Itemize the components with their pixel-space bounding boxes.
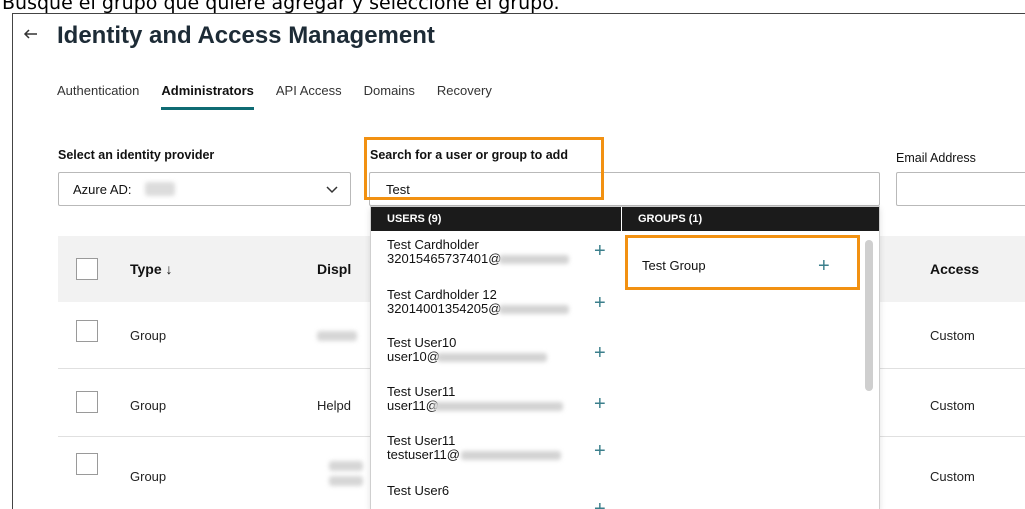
select-all-checkbox[interactable] bbox=[76, 258, 98, 280]
user-name: Test Cardholder bbox=[387, 237, 479, 252]
add-user-icon[interactable]: + bbox=[594, 343, 606, 363]
row-checkbox[interactable] bbox=[76, 320, 98, 342]
user-result-item[interactable]: Test User6 + bbox=[371, 479, 621, 509]
redacted-text bbox=[329, 461, 363, 471]
user-name: Test User10 bbox=[387, 335, 457, 350]
row-checkbox[interactable] bbox=[76, 453, 98, 475]
identity-provider-label: Select an identity provider bbox=[58, 148, 215, 162]
user-name: Test User6 bbox=[387, 483, 450, 498]
tab-authentication[interactable]: Authentication bbox=[57, 82, 139, 112]
redacted-text bbox=[145, 182, 175, 196]
caption-text: Busque el grupo que quiere agregar y sel… bbox=[2, 0, 560, 14]
dropdown-scrollbar[interactable] bbox=[865, 240, 873, 391]
page-title: Identity and Access Management bbox=[57, 22, 435, 49]
redacted-text bbox=[461, 451, 561, 460]
users-section-header: USERS (9) bbox=[371, 207, 621, 231]
redacted-text bbox=[499, 305, 569, 314]
search-results-dropdown: USERS (9) GROUPS (1) Test Cardholder 320… bbox=[370, 206, 880, 509]
user-email: 32015465737401@ bbox=[387, 251, 502, 266]
user-email: user10@ bbox=[387, 349, 440, 364]
column-header-type-label: Type bbox=[130, 261, 162, 277]
add-user-icon[interactable]: + bbox=[594, 499, 606, 509]
user-email: 32014001354205@ bbox=[387, 301, 502, 316]
user-result-item[interactable]: Test User11 testuser11@ + bbox=[371, 429, 621, 477]
user-name: Test Cardholder 12 bbox=[387, 287, 497, 302]
redacted-text bbox=[317, 331, 357, 341]
group-result-item[interactable]: Test Group + bbox=[622, 248, 862, 288]
redacted-text bbox=[437, 353, 547, 362]
add-group-icon[interactable]: + bbox=[818, 256, 830, 276]
chevron-down-icon bbox=[326, 182, 338, 197]
row-access: Custom bbox=[930, 328, 975, 343]
user-result-item[interactable]: Test Cardholder 32015465737401@ + bbox=[371, 233, 621, 281]
email-label: Email Address bbox=[896, 151, 976, 165]
row-access: Custom bbox=[930, 469, 975, 484]
add-user-icon[interactable]: + bbox=[594, 441, 606, 461]
search-input[interactable] bbox=[369, 172, 880, 206]
user-email: testuser11@ bbox=[387, 447, 460, 462]
back-arrow-icon[interactable] bbox=[23, 28, 41, 44]
row-access: Custom bbox=[930, 398, 975, 413]
email-field[interactable] bbox=[896, 172, 1025, 206]
row-type: Group bbox=[130, 328, 167, 343]
row-checkbox[interactable] bbox=[76, 391, 98, 413]
sort-down-icon: ↓ bbox=[165, 261, 173, 277]
user-name: Test User11 bbox=[387, 384, 456, 399]
row-display-name: Helpd bbox=[317, 398, 351, 413]
identity-provider-value: Azure AD: bbox=[73, 182, 132, 197]
row-type: Group bbox=[130, 398, 167, 413]
redacted-text bbox=[329, 476, 363, 486]
user-name: Test User11 bbox=[387, 433, 456, 448]
app-window: Identity and Access Management Authentic… bbox=[12, 13, 1025, 509]
group-name: Test Group bbox=[642, 258, 706, 273]
add-user-icon[interactable]: + bbox=[594, 394, 606, 414]
tab-administrators[interactable]: Administrators bbox=[161, 82, 255, 112]
column-header-type[interactable]: Type ↓ bbox=[130, 261, 173, 277]
tab-recovery[interactable]: Recovery bbox=[437, 82, 492, 112]
tab-bar: Authentication Administrators API Access… bbox=[57, 82, 514, 112]
user-result-item[interactable]: Test Cardholder 12 32014001354205@ + bbox=[371, 283, 621, 331]
user-result-item[interactable]: Test User11 user11@ + bbox=[371, 380, 621, 428]
redacted-text bbox=[433, 402, 563, 411]
row-type: Group bbox=[130, 469, 167, 484]
identity-provider-select[interactable]: Azure AD: bbox=[58, 172, 351, 206]
column-header-display[interactable]: Displ bbox=[317, 261, 351, 277]
redacted-text bbox=[499, 255, 569, 264]
groups-section-header: GROUPS (1) bbox=[622, 207, 879, 231]
search-label: Search for a user or group to add bbox=[370, 148, 568, 162]
add-user-icon[interactable]: + bbox=[594, 293, 606, 313]
tab-domains[interactable]: Domains bbox=[364, 82, 415, 112]
user-result-item[interactable]: Test User10 user10@ + bbox=[371, 331, 621, 379]
tab-api-access[interactable]: API Access bbox=[276, 82, 342, 112]
column-header-access[interactable]: Access bbox=[930, 261, 979, 277]
user-email: user11@ bbox=[387, 398, 439, 413]
add-user-icon[interactable]: + bbox=[594, 241, 606, 261]
